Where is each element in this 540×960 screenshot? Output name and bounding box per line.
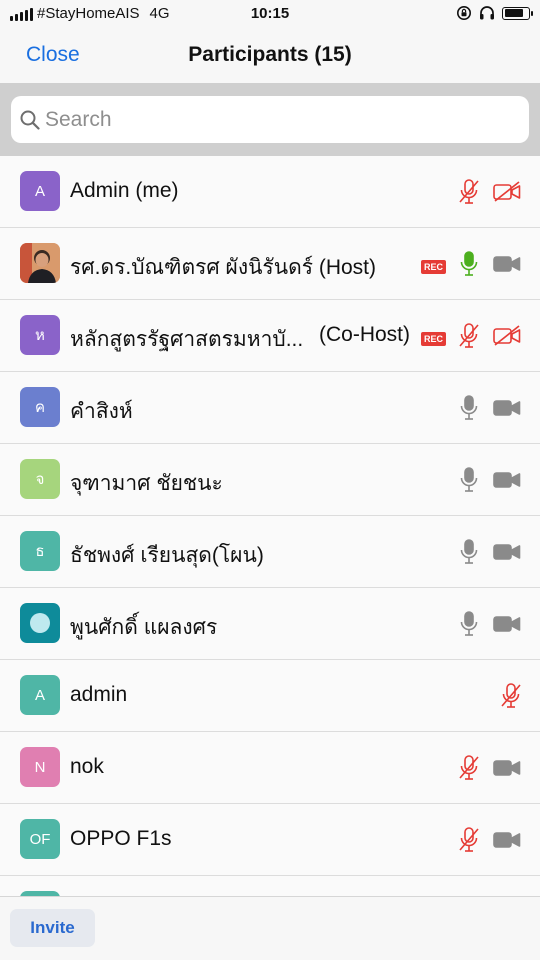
microphone-muted-icon <box>458 754 480 787</box>
participant-row[interactable]: ธ ธัชพงศ์ เรียนสุด(โผน) <box>0 516 540 588</box>
avatar-initial: ห <box>35 327 45 344</box>
participant-row[interactable]: พูนศักดิ์ แผลงศร <box>0 588 540 660</box>
microphone-icon <box>458 394 480 427</box>
participant-row[interactable]: A Admin (me) <box>0 156 540 228</box>
participant-name: nok <box>70 755 104 778</box>
participant-name: พูนศักดิ์ แผลงศร <box>70 616 218 639</box>
participant-row[interactable]: Aadmin <box>0 660 540 732</box>
avatar-initial: N <box>34 758 46 776</box>
microphone-muted-icon <box>458 826 480 859</box>
search-input[interactable] <box>45 107 505 132</box>
microphone-icon <box>458 538 480 571</box>
avatar <box>20 243 60 283</box>
video-off-icon <box>492 181 522 208</box>
avatar-initial: A <box>34 182 45 200</box>
participant-status-icons <box>458 538 522 571</box>
battery-level <box>504 9 523 17</box>
footer-bar: Invite <box>0 896 540 960</box>
video-camera-icon <box>492 397 522 424</box>
headphones-icon <box>480 6 494 20</box>
participant-status-icons <box>458 826 522 859</box>
avatar: ห <box>20 315 60 355</box>
participant-list: A Admin (me) รศ.ดร.บัณฑิตรศ ผังนิรันดร์ (H… <box>0 156 540 896</box>
microphone-muted-icon <box>500 682 522 715</box>
video-camera-icon <box>492 469 522 496</box>
participant-row[interactable]: OF OPPO F1s <box>0 804 540 876</box>
avatar: ค <box>20 387 60 427</box>
profile-photo <box>20 243 60 283</box>
avatar-initial: ธ <box>35 543 45 560</box>
participant-name: ธัชพงศ์ เรียนสุด(โผน) <box>70 544 264 567</box>
microphone-muted-icon <box>458 178 480 211</box>
participant-name: คำสิงห์ <box>70 400 133 423</box>
participant-name: หลักสูตรรัฐศาสตรมหาบั... <box>70 328 304 351</box>
video-camera-icon <box>492 613 522 640</box>
participant-row[interactable]: รศ.ดร.บัณฑิตรศ ผังนิรันดร์ (Host) REC <box>0 228 540 300</box>
avatar: ธ <box>20 531 60 571</box>
participant-row[interactable] <box>0 876 540 896</box>
participant-status-icons <box>458 754 522 787</box>
participant-name: จุฑามาศ ชัยชนะ <box>70 472 223 495</box>
participant-role: (Co-Host) <box>319 323 411 346</box>
avatar-initial: A <box>34 686 45 704</box>
avatar-initial: OF <box>29 830 51 848</box>
microphone-icon <box>458 250 480 283</box>
participant-row[interactable]: Nnok <box>0 732 540 804</box>
recording-badge: REC <box>420 259 446 274</box>
avatar: จ <box>20 459 60 499</box>
avatar-initial: จ <box>35 471 45 488</box>
navigation-bar: Close Participants (15) <box>0 28 540 83</box>
avatar: N <box>20 747 60 787</box>
video-camera-icon <box>492 541 522 568</box>
recording-badge: REC <box>420 331 446 346</box>
search-bar[interactable] <box>11 96 529 143</box>
microphone-icon <box>458 610 480 643</box>
participant-name: OPPO F1s <box>70 827 172 850</box>
participant-row[interactable]: ห หลักสูตรรัฐศาสตรมหาบั... (Co-Host) REC <box>0 300 540 372</box>
microphone-muted-icon <box>458 322 480 355</box>
status-bar: #StayHomeAIS 4G 10:15 <box>0 0 540 28</box>
search-section <box>0 83 540 156</box>
participant-row[interactable]: ค คำสิงห์ <box>0 372 540 444</box>
participant-status-icons: REC <box>420 322 522 355</box>
avatar: A <box>20 171 60 211</box>
page-title: Participants (15) <box>188 43 352 66</box>
participant-status-icons <box>458 610 522 643</box>
search-icon <box>20 110 40 130</box>
microphone-icon <box>458 466 480 499</box>
avatar: A <box>20 675 60 715</box>
participant-name: Admin (me) <box>70 179 179 202</box>
avatar-initial: ค <box>34 399 46 416</box>
video-camera-icon <box>492 829 522 856</box>
orientation-lock-icon <box>457 6 471 20</box>
avatar-image <box>30 613 50 633</box>
participant-name: admin <box>70 683 128 706</box>
participant-status-icons <box>458 178 522 211</box>
participant-status-icons <box>458 466 522 499</box>
participant-row[interactable]: จ จุฑามาศ ชัยชนะ <box>0 444 540 516</box>
video-camera-icon <box>492 757 522 784</box>
avatar: OF <box>20 819 60 859</box>
status-right <box>456 5 533 21</box>
video-off-icon <box>492 325 522 352</box>
participant-status-icons: REC <box>420 250 522 283</box>
video-camera-icon <box>492 253 522 280</box>
participant-status-icons <box>500 682 522 715</box>
avatar <box>20 603 60 643</box>
battery-icon <box>502 6 533 20</box>
participant-status-icons <box>458 394 522 427</box>
invite-button[interactable]: Invite <box>10 909 95 947</box>
participant-name: รศ.ดร.บัณฑิตรศ ผังนิรันดร์ (Host) <box>70 256 376 279</box>
